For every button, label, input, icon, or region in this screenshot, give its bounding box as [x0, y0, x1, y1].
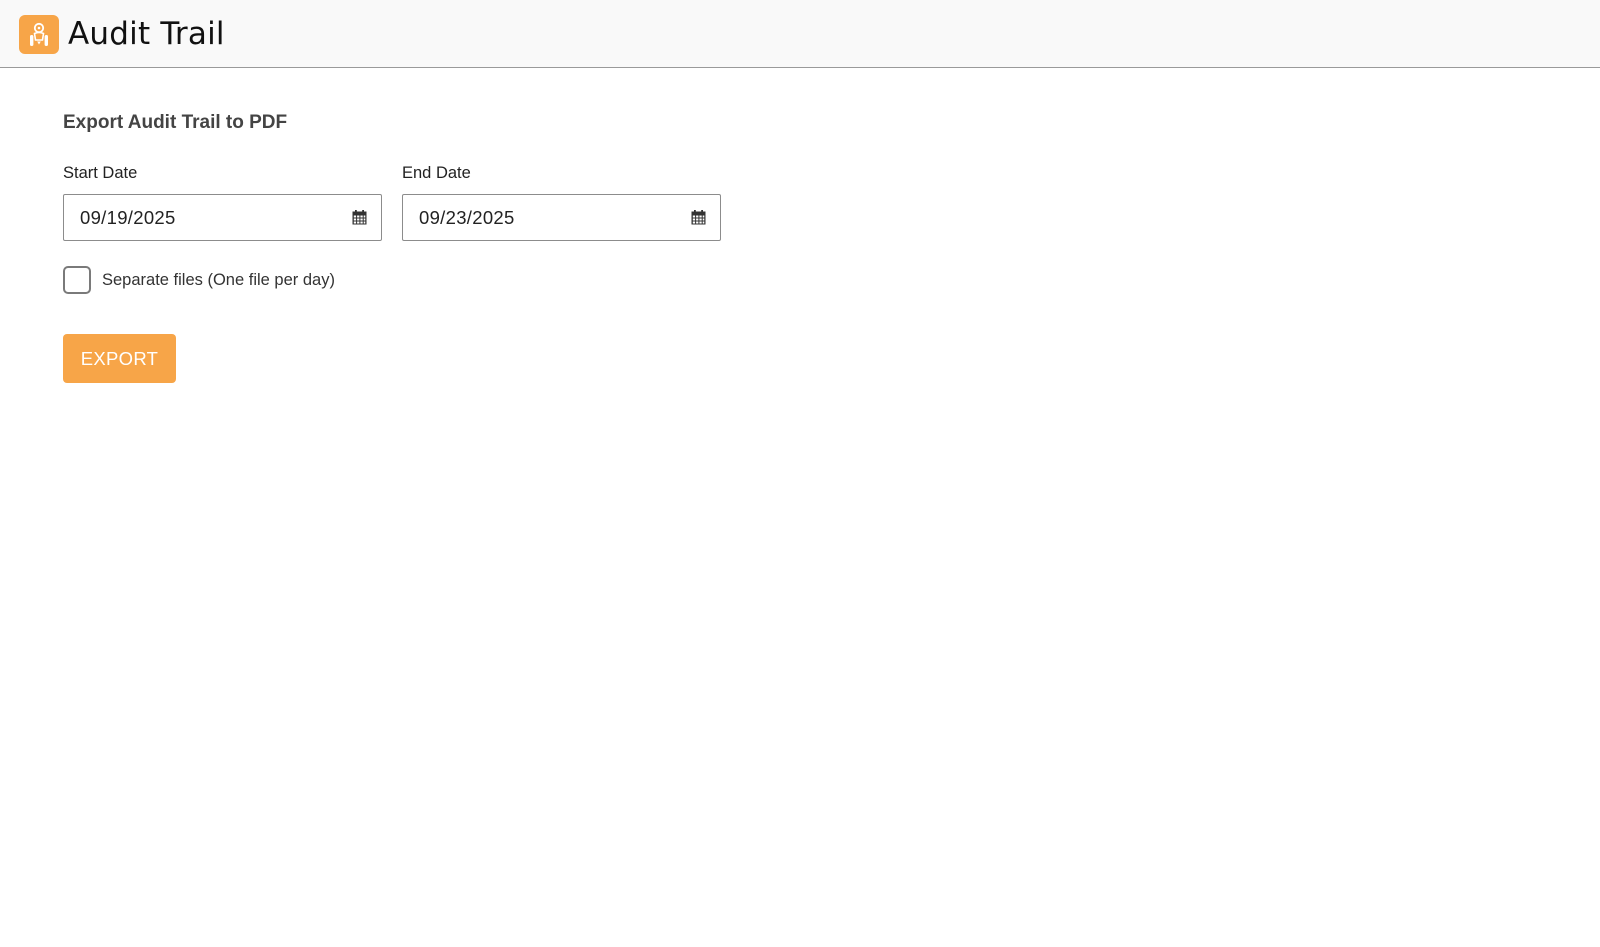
separate-files-checkbox[interactable] — [63, 266, 91, 294]
audit-logo-icon — [19, 15, 59, 54]
audit-logo-glyph — [30, 22, 48, 46]
section-title: Export Audit Trail to PDF — [63, 112, 288, 133]
start-date-field[interactable]: 09/19/2025 — [63, 194, 382, 241]
calendar-icon[interactable] — [351, 210, 367, 226]
start-date-value[interactable]: 09/19/2025 — [80, 207, 351, 229]
separate-files-option[interactable]: Separate files (One file per day) — [63, 266, 335, 294]
export-button[interactable]: EXPORT — [63, 334, 176, 383]
start-date-label: Start Date — [63, 164, 138, 182]
end-date-field[interactable]: 09/23/2025 — [402, 194, 721, 241]
separate-files-label[interactable]: Separate files (One file per day) — [102, 271, 335, 290]
end-date-value[interactable]: 09/23/2025 — [419, 207, 690, 229]
calendar-icon[interactable] — [690, 210, 706, 226]
page-title: Audit Trail — [68, 16, 225, 52]
app-header: Audit Trail — [0, 0, 1600, 68]
end-date-label: End Date — [402, 164, 471, 182]
